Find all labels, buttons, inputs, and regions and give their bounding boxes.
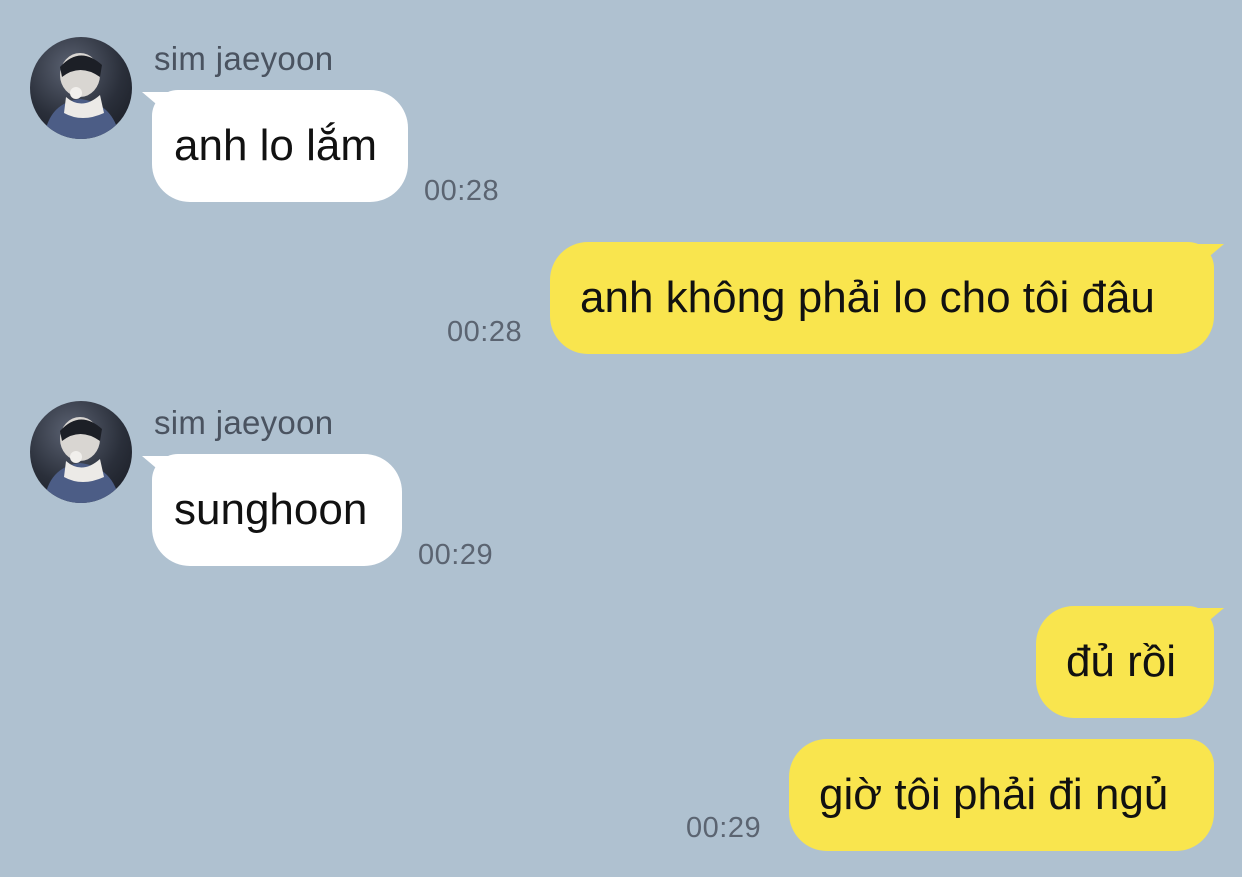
message-timestamp: 00:29 — [686, 812, 762, 844]
message-text: sunghoon — [174, 485, 368, 534]
incoming-message-bubble[interactable]: anh lo lắm — [152, 90, 408, 202]
outgoing-message-bubble[interactable]: giờ tôi phải đi ngủ — [789, 739, 1214, 851]
incoming-message-bubble[interactable]: sunghoon — [152, 454, 402, 566]
contact-avatar[interactable] — [30, 37, 132, 139]
message-text: giờ tôi phải đi ngủ — [819, 770, 1169, 819]
message-text: đủ rồi — [1066, 637, 1177, 686]
avatar-photo-icon — [44, 53, 120, 139]
contact-avatar[interactable] — [30, 401, 132, 503]
message-timestamp: 00:29 — [418, 539, 494, 571]
message-timestamp: 00:28 — [424, 175, 500, 207]
outgoing-message-bubble[interactable]: anh không phải lo cho tôi đâu — [550, 242, 1214, 354]
outgoing-message-bubble[interactable]: đủ rồi — [1036, 606, 1214, 718]
sender-name: sim jaeyoon — [154, 404, 334, 441]
message-text: anh lo lắm — [174, 121, 378, 170]
avatar-photo-icon — [44, 417, 120, 503]
sender-name: sim jaeyoon — [154, 40, 334, 77]
message-timestamp: 00:28 — [447, 316, 523, 348]
chat-thread: sim jaeyoon anh lo lắm 00:28 00:28 anh k… — [0, 0, 1242, 877]
message-text: anh không phải lo cho tôi đâu — [580, 273, 1155, 322]
